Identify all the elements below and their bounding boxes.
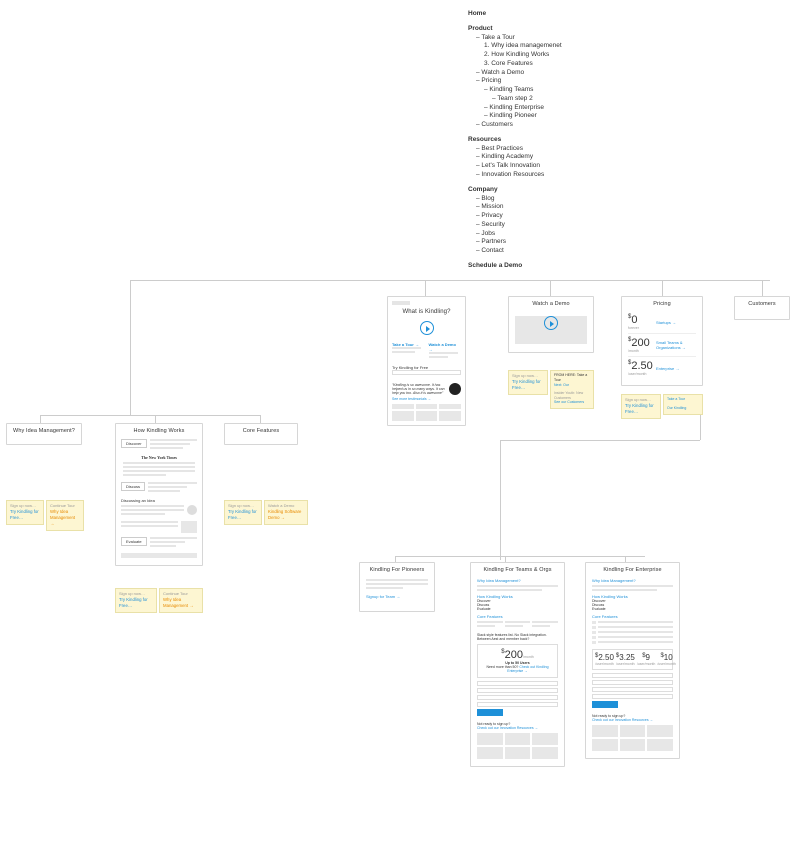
sitemap-outline: Home Product – Take a Tour 1. Why idea m… bbox=[468, 4, 562, 271]
section-button[interactable]: Discuss bbox=[121, 482, 145, 491]
signup-input[interactable] bbox=[477, 688, 558, 693]
sitemap-item[interactable]: – Mission bbox=[476, 203, 562, 212]
avatar bbox=[187, 505, 197, 515]
sitemap-product-heading: Product bbox=[468, 25, 562, 34]
signup-input[interactable] bbox=[477, 702, 558, 707]
nyt-logo: The New York Times bbox=[121, 455, 197, 460]
sticky-note: Take a Tour Our Kindling bbox=[663, 394, 703, 415]
sitemap-item[interactable]: – Kindling Enterprise bbox=[484, 104, 562, 113]
sitemap-item[interactable]: – Take a Tour bbox=[476, 34, 562, 43]
more-testimonials-link[interactable]: See more testimonials → bbox=[388, 397, 465, 404]
email-input[interactable] bbox=[392, 370, 461, 375]
signup-input[interactable] bbox=[477, 681, 558, 686]
page-pioneers: Kindling For Pioneers Signup for Team → bbox=[359, 562, 435, 612]
sitemap-item[interactable]: – Watch a Demo bbox=[476, 69, 562, 78]
customers-link[interactable]: See our Customers bbox=[554, 400, 590, 405]
sitemap-item[interactable]: 3. Core Features bbox=[484, 60, 562, 69]
page-customers: Customers bbox=[734, 296, 790, 320]
sitemap-item[interactable]: – Let's Talk Innovation bbox=[476, 162, 562, 171]
sitemap-item[interactable]: – Innovation Resources bbox=[476, 171, 562, 180]
page-how-kindling-works: How Kindling Works Discover The New York… bbox=[115, 423, 203, 566]
section-button[interactable]: Discover bbox=[121, 439, 147, 448]
page-core-features: Core Features bbox=[224, 423, 298, 445]
section-button[interactable]: Evaluate bbox=[121, 537, 147, 546]
video-placeholder bbox=[515, 316, 587, 344]
sitemap-company-heading: Company bbox=[468, 186, 562, 195]
page-title: Kindling For Enterprise bbox=[586, 563, 679, 575]
page-title: Watch a Demo bbox=[509, 297, 593, 309]
from-here-label: FROM HERE: Take a Tour bbox=[554, 373, 590, 383]
page-title: Kindling For Pioneers bbox=[360, 563, 434, 575]
sticky-note: FROM HERE: Take a Tour Next: Our Insider… bbox=[550, 370, 594, 409]
sitemap-item[interactable]: – Kindling Pioneer bbox=[484, 112, 562, 121]
sitemap-item[interactable]: – Blog bbox=[476, 195, 562, 204]
sitemap-resources-heading: Resources bbox=[468, 136, 562, 145]
next-link[interactable]: Next: Our bbox=[554, 383, 590, 388]
brand-logo bbox=[449, 383, 461, 395]
signup-input[interactable] bbox=[592, 680, 673, 685]
signup-input[interactable] bbox=[477, 695, 558, 700]
page-what-is-kindling: What is Kindling? Take a Tour → Watch a … bbox=[387, 296, 466, 426]
page-title: Kindling For Teams & Orgs bbox=[471, 563, 564, 575]
sitemap-item[interactable]: – Pricing bbox=[476, 77, 562, 86]
signup-input[interactable] bbox=[592, 694, 673, 699]
try-free-link[interactable]: Try Kindling for Free… bbox=[512, 379, 544, 391]
insider-label: Insider Youth: New Customers bbox=[554, 391, 590, 401]
page-title: What is Kindling? bbox=[388, 305, 465, 317]
page-why-idea-mgmt: Why Idea Management? bbox=[6, 423, 82, 445]
signup-team-link[interactable]: Signup for Team → bbox=[366, 594, 428, 599]
sitemap-item[interactable]: – Jobs bbox=[476, 230, 562, 239]
page-title: Core Features bbox=[225, 424, 297, 436]
sitemap-item[interactable]: – Security bbox=[476, 221, 562, 230]
sticky-note: Sign up now… Try Kindling for Free… bbox=[115, 588, 157, 613]
sticky-note: Watch a Demo Kindling Software Demo → bbox=[264, 500, 308, 525]
signup-button[interactable] bbox=[477, 709, 503, 716]
sitemap-item[interactable]: – Contact bbox=[476, 247, 562, 256]
sitemap-home[interactable]: Home bbox=[468, 10, 562, 19]
sitemap-item[interactable]: – Kindling Teams bbox=[484, 86, 562, 95]
page-teams-orgs: Kindling For Teams & Orgs Why Idea Manag… bbox=[470, 562, 565, 767]
pricing-enterprise-link[interactable]: Enterprise → bbox=[656, 366, 696, 371]
sticky-note: Sign up now… Try Kindling for Free… bbox=[621, 394, 661, 419]
watch-demo-link[interactable]: Watch a Demo → bbox=[429, 342, 462, 352]
page-enterprise: Kindling For Enterprise Why Idea Managem… bbox=[585, 562, 680, 759]
sitemap-item[interactable]: 2. How Kindling Works bbox=[484, 51, 562, 60]
discuss-title: Discussing an Idea bbox=[121, 498, 197, 503]
play-icon[interactable] bbox=[420, 321, 434, 335]
quote-text: "Kindling is so awesome. It has helped u… bbox=[392, 383, 446, 395]
page-title: Customers bbox=[735, 297, 789, 309]
sitemap-item[interactable]: – Best Practices bbox=[476, 145, 562, 154]
sitemap-item[interactable]: 1. Why idea managemenet bbox=[484, 42, 562, 51]
sitemap-demo-cta[interactable]: Schedule a Demo bbox=[468, 262, 562, 271]
signup-input[interactable] bbox=[592, 673, 673, 678]
sitemap-item[interactable]: – Privacy bbox=[476, 212, 562, 221]
note-link[interactable]: Our Kindling bbox=[667, 406, 699, 411]
feature-info: Slack style features list. No Slack inte… bbox=[477, 633, 558, 641]
sticky-note: Sign up now… Try Kindling for Free… bbox=[6, 500, 44, 525]
page-watch-demo: Watch a Demo bbox=[508, 296, 594, 353]
note-link[interactable]: Take a Tour bbox=[667, 397, 699, 402]
sitemap-item[interactable]: – Team step 2 bbox=[492, 95, 562, 104]
signup-input[interactable] bbox=[592, 687, 673, 692]
sticky-note: Sign up now… Try Kindling for Free… bbox=[508, 370, 548, 395]
sticky-note: Continue Tour Why Idea Management → bbox=[159, 588, 203, 613]
pricing-startups-link[interactable]: Startups → bbox=[656, 320, 696, 325]
signup-button[interactable] bbox=[592, 701, 618, 708]
pricing-teams-link[interactable]: Small Teams & Organizations → bbox=[656, 340, 696, 350]
try-free-link[interactable]: Try Kindling for Free… bbox=[625, 403, 657, 415]
sitemap-item[interactable]: – Partners bbox=[476, 238, 562, 247]
pricing-rows: $0forever Startups → $200/month Small Te… bbox=[622, 309, 702, 381]
sitemap-item[interactable]: – Customers bbox=[476, 121, 562, 130]
play-icon[interactable] bbox=[544, 316, 558, 330]
sitemap-item[interactable]: – Kindling Academy bbox=[476, 153, 562, 162]
page-pricing: Pricing $0forever Startups → $200/month … bbox=[621, 296, 703, 386]
page-title: How Kindling Works bbox=[116, 424, 202, 436]
sticky-note: Sign up now… Try Kindling for Free… bbox=[224, 500, 262, 525]
page-title: Pricing bbox=[622, 297, 702, 309]
sticky-note: Continue Tour Why Idea Management → bbox=[46, 500, 84, 531]
page-title: Why Idea Management? bbox=[7, 424, 81, 436]
